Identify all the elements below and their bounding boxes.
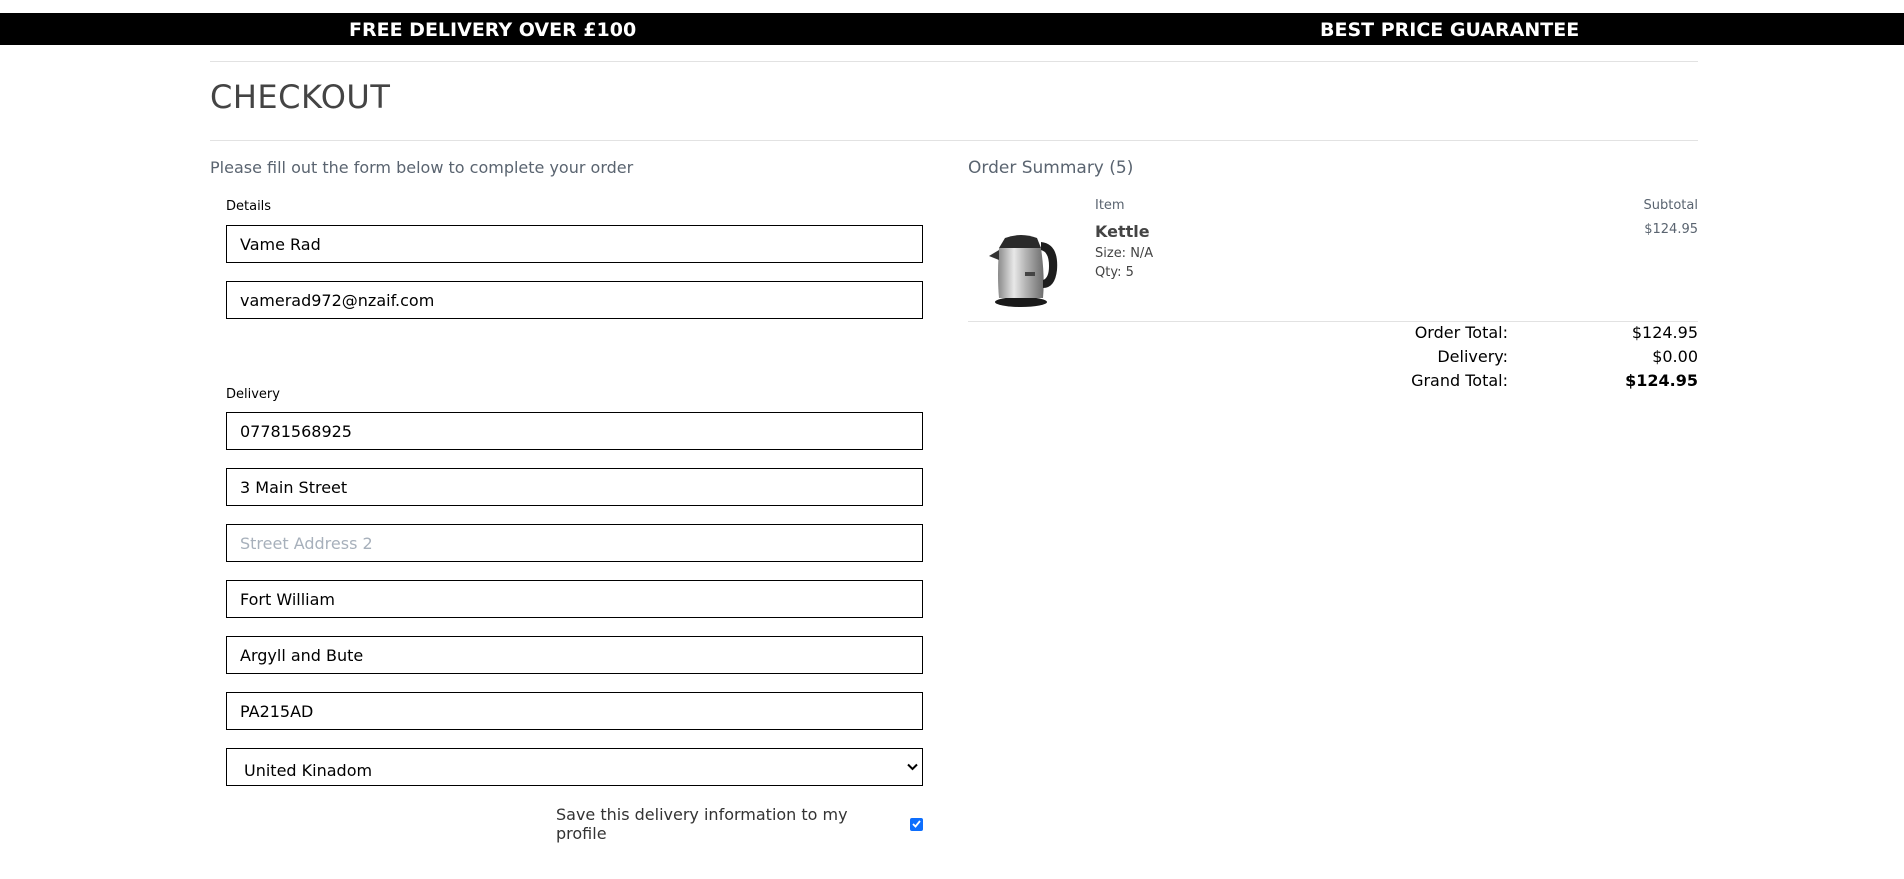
full-name-input[interactable] [227, 226, 922, 262]
country-select[interactable]: United Kinadom [226, 748, 923, 786]
postcode-input[interactable] [227, 693, 922, 729]
country-selected-value: United Kinadom [244, 760, 373, 780]
town-field[interactable] [226, 580, 923, 618]
grand-total-row: Grand Total: $124.95 [1300, 371, 1698, 390]
page-title: CHECKOUT [210, 78, 391, 116]
phone-field[interactable] [226, 412, 923, 450]
grand-total-value: $124.95 [1625, 371, 1698, 390]
phone-input[interactable] [227, 413, 922, 449]
email-field[interactable] [226, 281, 923, 319]
checkmark-icon [912, 820, 921, 828]
delivery-total-value: $0.00 [1652, 347, 1698, 366]
street-address-1-field[interactable] [226, 468, 923, 506]
product-qty: Qty: 5 [1095, 265, 1134, 280]
street-address-2-field[interactable] [226, 524, 923, 562]
street-address-1-input[interactable] [227, 469, 922, 505]
order-total-label: Order Total: [1414, 323, 1508, 342]
delivery-label: Delivery [226, 387, 280, 402]
product-subtotal: $124.95 [1644, 222, 1698, 237]
delivery-total-row: Delivery: $0.00 [1300, 347, 1698, 366]
delivery-total-label: Delivery: [1437, 347, 1508, 366]
order-summary-title: Order Summary (5) [968, 158, 1134, 178]
kettle-image [985, 226, 1063, 310]
town-input[interactable] [227, 581, 922, 617]
county-field[interactable] [226, 636, 923, 674]
grand-total-label: Grand Total: [1411, 371, 1508, 390]
save-info-checkbox[interactable] [910, 817, 923, 831]
promo-banner: FREE DELIVERY OVER £100 BEST PRICE GUARA… [0, 13, 1904, 45]
save-info-row: Save this delivery information to my pro… [556, 805, 923, 843]
order-total-row: Order Total: $124.95 [1300, 323, 1698, 342]
item-column-header: Item [1095, 198, 1125, 213]
county-input[interactable] [227, 637, 922, 673]
subtotal-column-header: Subtotal [1643, 198, 1698, 213]
order-total-value: $124.95 [1631, 323, 1698, 342]
details-label: Details [226, 199, 272, 214]
postcode-field[interactable] [226, 692, 923, 730]
form-intro-text: Please fill out the form below to comple… [210, 158, 634, 177]
chevron-down-icon [907, 761, 918, 774]
product-size: Size: N/A [1095, 246, 1154, 261]
free-delivery-text: FREE DELIVERY OVER £100 [349, 19, 637, 41]
email-input[interactable] [227, 282, 922, 318]
best-price-text: BEST PRICE GUARANTEE [1320, 19, 1580, 41]
save-info-label: Save this delivery information to my pro… [556, 805, 848, 843]
full-name-field[interactable] [226, 225, 923, 263]
summary-divider [968, 321, 1698, 322]
divider-top [210, 61, 1698, 62]
divider-title [210, 140, 1698, 141]
product-name: Kettle [1095, 222, 1150, 241]
street-address-2-input[interactable] [227, 525, 922, 561]
